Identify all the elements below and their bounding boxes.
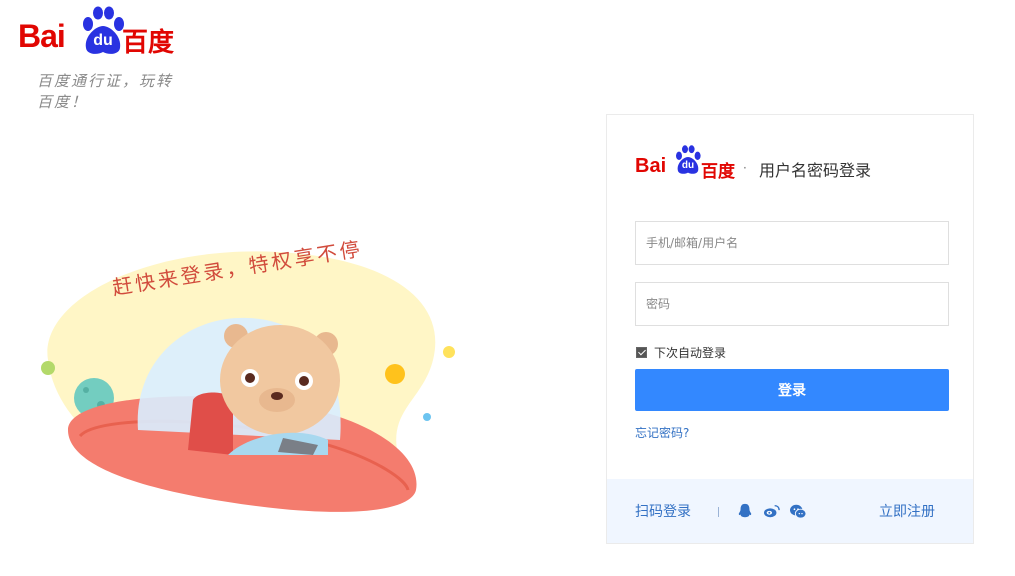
remember-me[interactable]: 下次自动登录 <box>636 343 726 361</box>
card-header: Bai du 百度 · 用户名密码登录 <box>635 143 955 183</box>
wechat-icon[interactable] <box>789 503 807 519</box>
login-button[interactable]: 登录 <box>635 369 949 411</box>
remember-checkbox[interactable] <box>636 346 647 358</box>
card-footer: 扫码登录 立即注册 <box>607 479 973 543</box>
footer-divider <box>718 507 719 517</box>
qr-login-link[interactable]: 扫码登录 <box>635 501 691 521</box>
card-logo-du: du <box>681 160 695 171</box>
qq-icon[interactable] <box>737 503 755 519</box>
decor-dot <box>423 413 431 421</box>
title-separator: · <box>743 161 747 175</box>
password-field[interactable] <box>635 282 949 326</box>
bear-head <box>220 325 340 435</box>
decor-dot <box>385 364 405 384</box>
slogan: 百度通行证，玩转百度！ <box>37 72 174 111</box>
social-login-icons <box>737 503 807 519</box>
password-input[interactable] <box>636 283 948 325</box>
bear-ufo-illustration <box>41 251 455 512</box>
forgot-password-link[interactable]: 忘记密码? <box>635 424 689 441</box>
baidu-logo[interactable]: Bai du 百度 <box>18 6 188 57</box>
weibo-icon[interactable] <box>763 503 781 519</box>
card-baidu-logo: Bai du 百度 <box>635 143 735 181</box>
logo-chinese-text: 百度 <box>122 27 175 57</box>
username-field[interactable] <box>635 221 949 265</box>
login-card: Bai du 百度 · 用户名密码登录 下次自动登录 登录 忘记密码? 扫码登录 <box>606 114 974 544</box>
register-link[interactable]: 立即注册 <box>879 501 935 521</box>
decor-dot <box>443 346 455 358</box>
decor-dot <box>41 361 55 375</box>
username-input[interactable] <box>636 222 948 264</box>
brand-header: Bai du 百度 百度通行证，玩转百度！ <box>18 6 188 111</box>
card-logo-latin: Bai <box>635 155 667 177</box>
remember-label: 下次自动登录 <box>654 345 727 360</box>
card-logo-chinese: 百度 <box>701 162 735 181</box>
logo-latin-text: Bai <box>18 18 66 54</box>
logo-du-text: du <box>93 32 113 49</box>
card-title: 用户名密码登录 <box>759 161 872 180</box>
